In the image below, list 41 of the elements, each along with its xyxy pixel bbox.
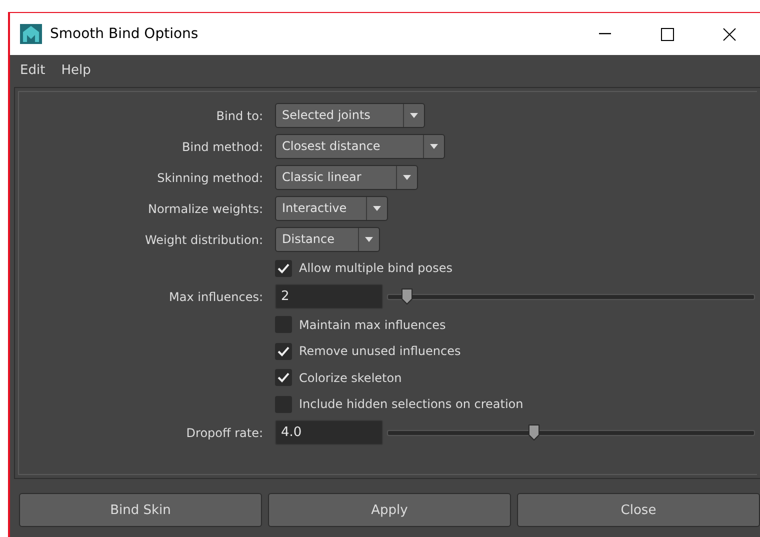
close-icon [722, 28, 736, 40]
checkbox[interactable] [275, 342, 292, 360]
field-label: Max influences: [168, 290, 263, 304]
dropdown[interactable]: Interactive [275, 196, 388, 221]
dropdown[interactable]: Closest distance [275, 134, 445, 159]
field-label: Dropoff rate: [185, 426, 263, 440]
field-label: Bind to: [215, 108, 263, 122]
dropdown[interactable]: Selected joints [275, 103, 425, 128]
window-title: Smooth Bind Options [50, 26, 200, 42]
app-logo-icon [20, 24, 42, 44]
dropdown[interactable]: Distance [275, 227, 380, 252]
checkbox-label: Remove unused influences [299, 344, 461, 358]
checkbox-label: Maintain max influences [299, 318, 446, 332]
slider-thumb[interactable] [528, 424, 540, 441]
field-label: Weight distribution: [144, 232, 263, 246]
menu-item[interactable]: Edit [12, 60, 54, 80]
checkbox-label: Include hidden selections on creation [299, 397, 524, 412]
checkbox[interactable] [275, 369, 292, 386]
check-icon [277, 346, 290, 357]
dialog-button[interactable]: Bind Skin [19, 493, 262, 527]
slider-track[interactable] [387, 424, 755, 441]
check-icon [277, 372, 290, 384]
menu-item[interactable]: Help [53, 60, 99, 80]
field-label: Bind method: [181, 140, 263, 154]
input-field[interactable]: 2 [275, 284, 383, 309]
dropdown[interactable]: Classic linear [275, 165, 418, 190]
slider-track[interactable] [387, 288, 755, 305]
checkbox[interactable] [275, 260, 292, 277]
checkbox[interactable] [275, 396, 292, 413]
dialog-button[interactable]: Apply [268, 493, 511, 527]
checkbox[interactable] [275, 316, 292, 334]
check-icon [277, 262, 290, 274]
slider-thumb[interactable] [401, 288, 414, 305]
minimize-icon [599, 33, 611, 35]
dialog-button[interactable]: Close [517, 493, 760, 527]
input-field[interactable]: 4.0 [275, 420, 383, 445]
field-label: Skinning method: [156, 170, 263, 184]
checkbox-label: Allow multiple bind poses [299, 261, 452, 276]
maximize-icon [660, 28, 674, 40]
field-label: Normalize weights: [146, 202, 263, 216]
checkbox-label: Colorize skeleton [299, 370, 402, 385]
